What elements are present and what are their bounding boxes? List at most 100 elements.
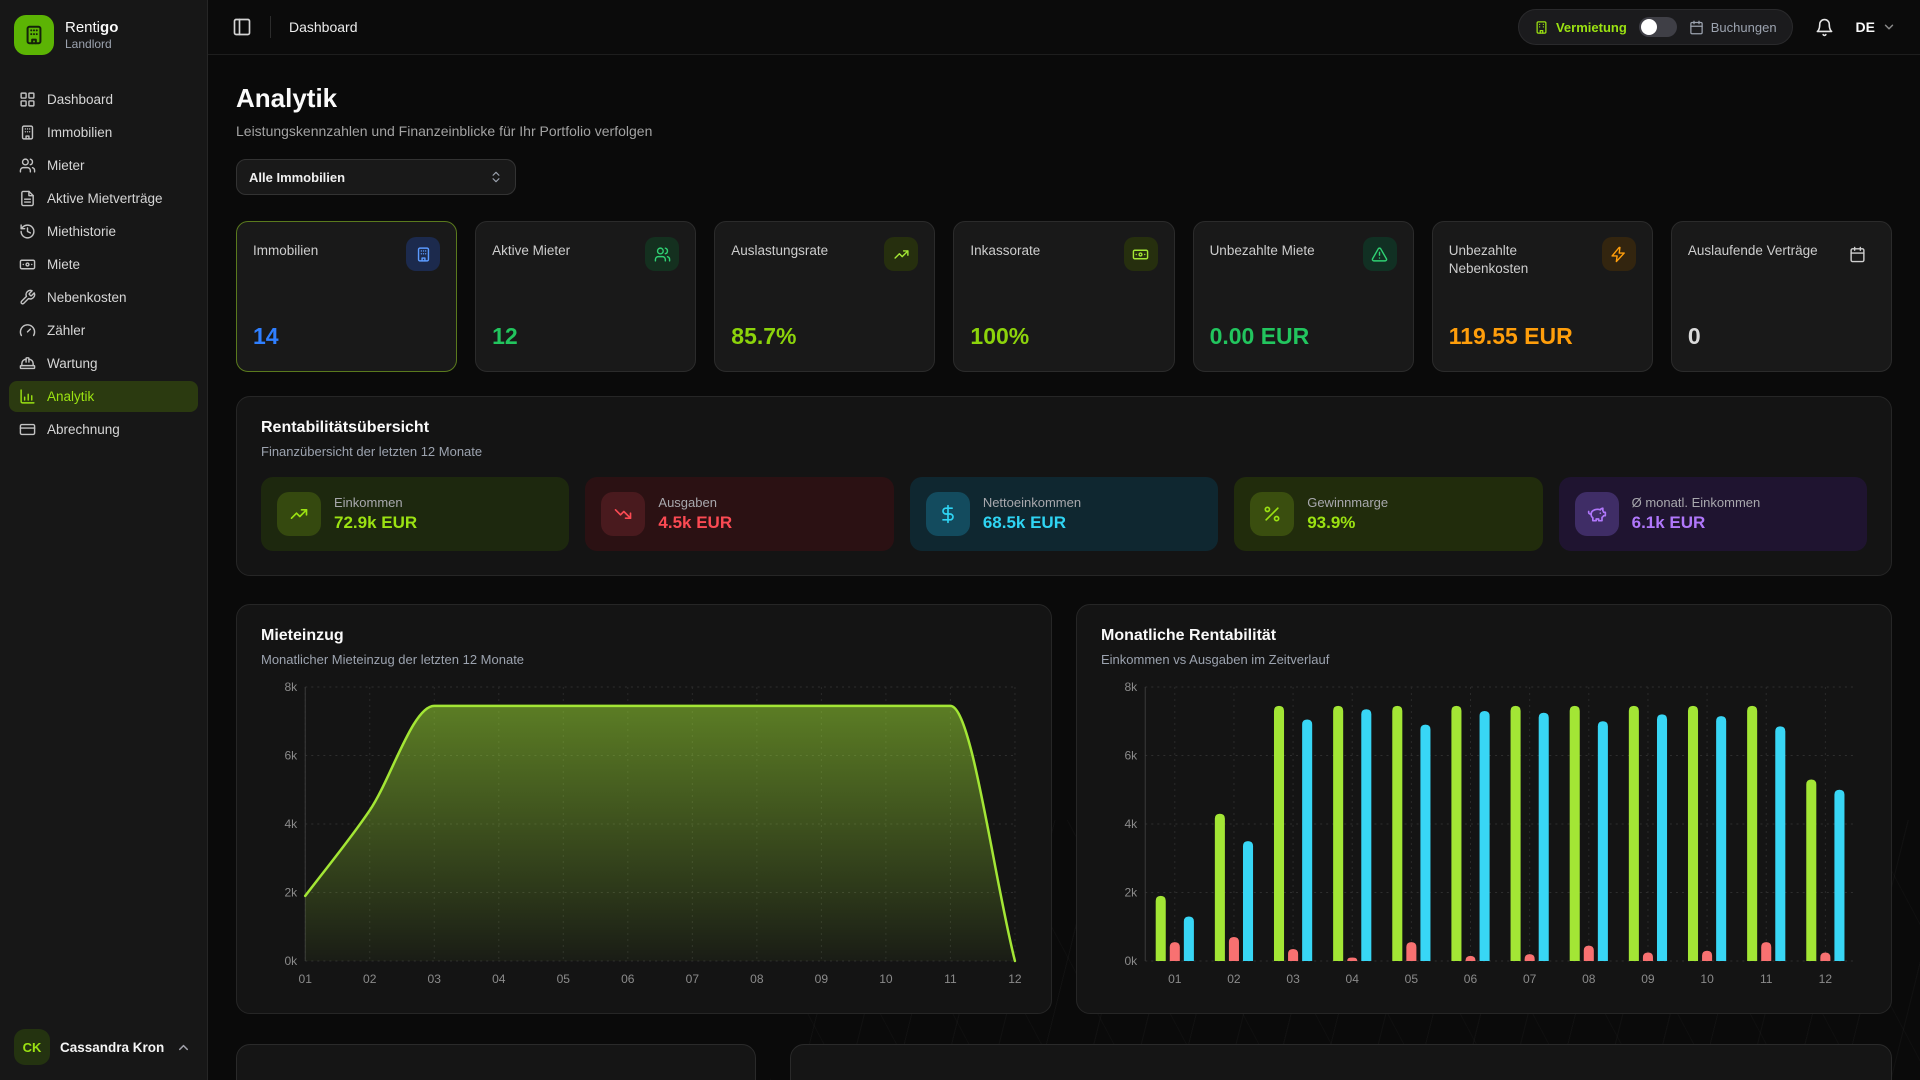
sidebar-item-aktive-mietvertraege[interactable]: Aktive Mietverträge: [9, 183, 198, 214]
sidebar-toggle-icon[interactable]: [232, 17, 252, 37]
chevron-up-icon: [176, 1040, 191, 1055]
svg-text:11: 11: [1760, 972, 1773, 986]
chip-value: 68.5k EUR: [983, 513, 1081, 533]
kpi-card-inkassorate[interactable]: Inkassorate100%: [953, 221, 1174, 372]
trending-up-icon: [893, 246, 910, 263]
kpi-label: Immobilien: [253, 237, 318, 260]
svg-text:05: 05: [557, 972, 571, 986]
svg-text:01: 01: [299, 972, 313, 986]
trending-down-icon: [613, 504, 633, 524]
kpi-card-immobilien[interactable]: Immobilien14: [236, 221, 457, 372]
svg-text:11: 11: [944, 972, 957, 986]
history-icon: [19, 223, 36, 240]
chart-title: Mieteinzug: [261, 627, 1027, 645]
alert-triangle-icon: [1371, 246, 1388, 263]
credit-card-icon: [19, 421, 36, 438]
sidebar-item-miete[interactable]: Miete: [9, 249, 198, 280]
building-icon: [415, 246, 432, 263]
svg-text:08: 08: [750, 972, 764, 986]
svg-text:10: 10: [1700, 972, 1714, 986]
sidebar-item-label: Aktive Mietverträge: [47, 191, 163, 206]
kpi-card-unbezahlte-nebenkosten[interactable]: Unbezahlte Nebenkosten119.55 EUR: [1432, 221, 1653, 372]
svg-text:4k: 4k: [1124, 817, 1138, 831]
chip-label: Gewinnmarge: [1307, 495, 1388, 510]
chip-icon-wrap: [1575, 492, 1619, 536]
kpi-value: 119.55 EUR: [1449, 323, 1636, 356]
profit-chip-ausgaben: Ausgaben4.5k EUR: [585, 477, 893, 551]
chip-label: Ø monatl. Einkommen: [1632, 495, 1761, 510]
kpi-icon-wrap: [406, 237, 440, 271]
sidebar-item-label: Analytik: [47, 389, 94, 404]
banknote-icon: [1132, 246, 1149, 263]
svg-text:10: 10: [879, 972, 893, 986]
sidebar-item-analytik[interactable]: Analytik: [9, 381, 198, 412]
sidebar-item-zaehler[interactable]: Zähler: [9, 315, 198, 346]
sidebar-item-label: Abrechnung: [47, 422, 120, 437]
sidebar-item-immobilien[interactable]: Immobilien: [9, 117, 198, 148]
sidebar: Rentigo Landlord DashboardImmobilienMiet…: [0, 0, 208, 1080]
percent-icon: [1262, 504, 1282, 524]
building-icon: [19, 124, 36, 141]
chart-title: Monatliche Rentabilität: [1101, 627, 1867, 645]
calendar-icon: [1849, 246, 1866, 263]
chip-icon-wrap: [1250, 492, 1294, 536]
mode-toggle[interactable]: [1639, 17, 1677, 37]
svg-text:6k: 6k: [1124, 749, 1138, 763]
sidebar-item-label: Zähler: [47, 323, 85, 338]
language-code: DE: [1856, 19, 1875, 35]
banknote-icon: [19, 256, 36, 273]
property-filter-value: Alle Immobilien: [249, 170, 345, 185]
kpi-row: Immobilien14Aktive Mieter12Auslastungsra…: [236, 221, 1892, 372]
user-menu[interactable]: CK Cassandra Kron: [0, 1016, 207, 1080]
app-root: Rentigo Landlord DashboardImmobilienMiet…: [0, 0, 1920, 1080]
profitability-chips: Einkommen72.9k EURAusgaben4.5k EURNettoe…: [261, 477, 1867, 551]
bottom-row: [236, 1044, 1892, 1080]
mode-toggle-knob: [1641, 19, 1657, 35]
language-selector[interactable]: DE: [1856, 19, 1896, 35]
svg-text:4k: 4k: [284, 817, 298, 831]
chip-value: 72.9k EUR: [334, 513, 417, 533]
mode-buchungen[interactable]: Buchungen: [1689, 20, 1777, 35]
kpi-value: 0.00 EUR: [1210, 323, 1397, 356]
chevron-down-icon: [1882, 20, 1896, 34]
mode-vermietung-label: Vermietung: [1556, 20, 1627, 35]
svg-text:09: 09: [815, 972, 829, 986]
zap-icon: [1610, 246, 1627, 263]
sidebar-item-mieter[interactable]: Mieter: [9, 150, 198, 181]
svg-text:04: 04: [492, 972, 506, 986]
svg-text:03: 03: [428, 972, 442, 986]
brand-name: Rentigo: [65, 19, 118, 38]
chip-label: Ausgaben: [658, 495, 732, 510]
main: Dashboard Vermietung Buchungen: [208, 0, 1920, 1080]
sidebar-item-abrechnung[interactable]: Abrechnung: [9, 414, 198, 445]
sidebar-item-label: Mieter: [47, 158, 85, 173]
sidebar-item-dashboard[interactable]: Dashboard: [9, 84, 198, 115]
chip-value: 93.9%: [1307, 513, 1388, 533]
profit-chip-gewinnmarge: Gewinnmarge 93.9%: [1234, 477, 1542, 551]
sidebar-item-nebenkosten[interactable]: Nebenkosten: [9, 282, 198, 313]
bell-icon[interactable]: [1815, 18, 1834, 37]
page-title: Analytik: [236, 83, 1892, 114]
sidebar-item-miethistorie[interactable]: Miethistorie: [9, 216, 198, 247]
sidebar-item-wartung[interactable]: Wartung: [9, 348, 198, 379]
svg-text:07: 07: [1523, 972, 1537, 986]
dashboard-icon: [19, 91, 36, 108]
svg-text:02: 02: [363, 972, 377, 986]
kpi-card-auslastungsrate[interactable]: Auslastungsrate85.7%: [714, 221, 935, 372]
property-filter-select[interactable]: Alle Immobilien: [236, 159, 516, 195]
kpi-card-auslaufende-vertraege[interactable]: Auslaufende Verträge0: [1671, 221, 1892, 372]
chip-icon-wrap: [601, 492, 645, 536]
kpi-value: 85.7%: [731, 323, 918, 356]
sidebar-item-label: Wartung: [47, 356, 98, 371]
kpi-label: Unbezahlte Miete: [1210, 237, 1315, 260]
avatar: CK: [14, 1029, 50, 1065]
mode-vermietung[interactable]: Vermietung: [1534, 20, 1627, 35]
building-icon: [1534, 20, 1549, 35]
kpi-icon-wrap: [1602, 237, 1636, 271]
chip-icon-wrap: [926, 492, 970, 536]
svg-text:2k: 2k: [284, 886, 298, 900]
kpi-card-unbezahlte-miete[interactable]: Unbezahlte Miete 0.00 EUR: [1193, 221, 1414, 372]
kpi-card-aktive-mieter[interactable]: Aktive Mieter12: [475, 221, 696, 372]
svg-text:6k: 6k: [284, 749, 298, 763]
svg-text:06: 06: [621, 972, 635, 986]
